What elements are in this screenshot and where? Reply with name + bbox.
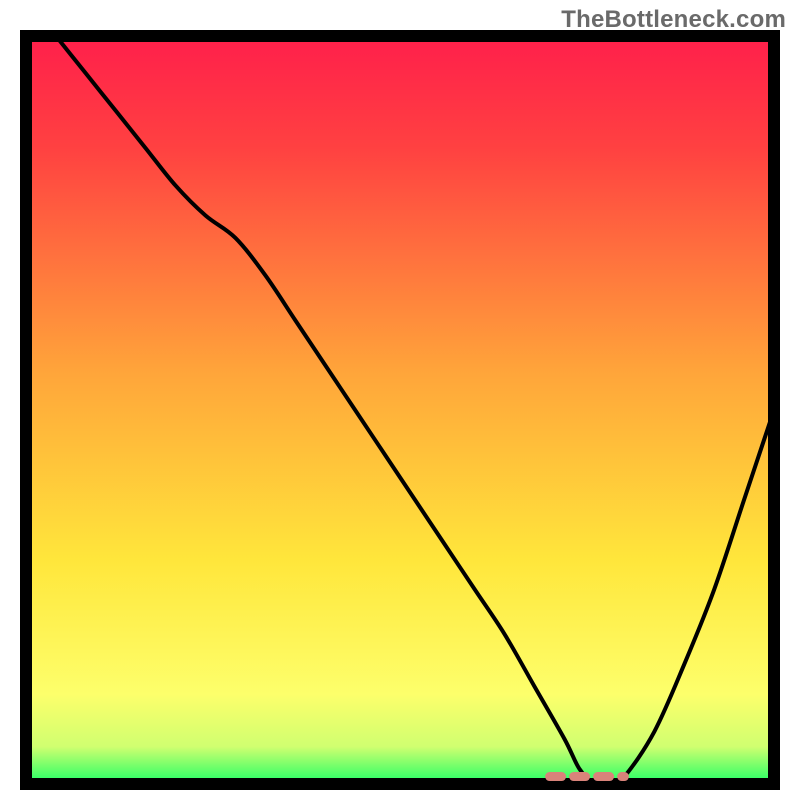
plot-background — [26, 36, 774, 784]
bottleneck-chart — [20, 30, 780, 790]
